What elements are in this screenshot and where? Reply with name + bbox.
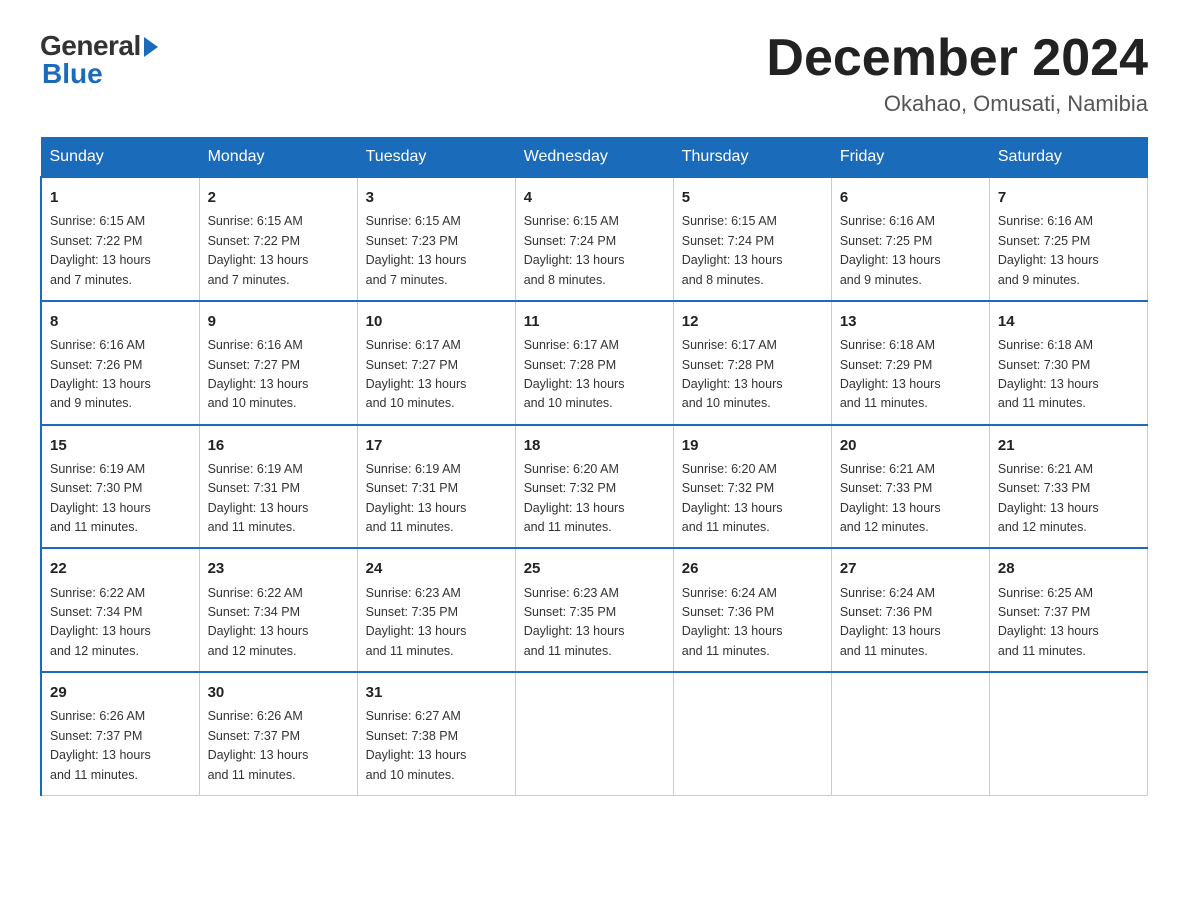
day-number: 31: [366, 681, 507, 704]
calendar-cell: 6Sunrise: 6:16 AMSunset: 7:25 PMDaylight…: [831, 177, 989, 301]
day-number: 5: [682, 186, 823, 209]
calendar-cell: 30Sunrise: 6:26 AMSunset: 7:37 PMDayligh…: [199, 672, 357, 795]
calendar-cell: 28Sunrise: 6:25 AMSunset: 7:37 PMDayligh…: [989, 548, 1147, 672]
calendar-week-3: 15Sunrise: 6:19 AMSunset: 7:30 PMDayligh…: [41, 425, 1148, 549]
calendar-cell: 26Sunrise: 6:24 AMSunset: 7:36 PMDayligh…: [673, 548, 831, 672]
day-number: 27: [840, 557, 981, 580]
calendar-cell: 16Sunrise: 6:19 AMSunset: 7:31 PMDayligh…: [199, 425, 357, 549]
header-tuesday: Tuesday: [357, 138, 515, 178]
page-header: General Blue December 2024 Okahao, Omusa…: [40, 30, 1148, 117]
logo-blue-text: Blue: [42, 58, 103, 90]
day-number: 8: [50, 310, 191, 333]
header-friday: Friday: [831, 138, 989, 178]
day-number: 11: [524, 310, 665, 333]
calendar-header: SundayMondayTuesdayWednesdayThursdayFrid…: [41, 138, 1148, 178]
header-saturday: Saturday: [989, 138, 1147, 178]
header-monday: Monday: [199, 138, 357, 178]
calendar-cell: 21Sunrise: 6:21 AMSunset: 7:33 PMDayligh…: [989, 425, 1147, 549]
calendar-cell: 5Sunrise: 6:15 AMSunset: 7:24 PMDaylight…: [673, 177, 831, 301]
calendar-cell: 8Sunrise: 6:16 AMSunset: 7:26 PMDaylight…: [41, 301, 199, 425]
calendar-week-5: 29Sunrise: 6:26 AMSunset: 7:37 PMDayligh…: [41, 672, 1148, 795]
day-number: 7: [998, 186, 1139, 209]
location-title: Okahao, Omusati, Namibia: [766, 91, 1148, 117]
calendar-cell: 10Sunrise: 6:17 AMSunset: 7:27 PMDayligh…: [357, 301, 515, 425]
calendar-cell: [831, 672, 989, 795]
day-number: 14: [998, 310, 1139, 333]
day-number: 12: [682, 310, 823, 333]
calendar-cell: 23Sunrise: 6:22 AMSunset: 7:34 PMDayligh…: [199, 548, 357, 672]
calendar-cell: 2Sunrise: 6:15 AMSunset: 7:22 PMDaylight…: [199, 177, 357, 301]
calendar-cell: [515, 672, 673, 795]
day-number: 29: [50, 681, 191, 704]
day-number: 22: [50, 557, 191, 580]
day-number: 1: [50, 186, 191, 209]
calendar-cell: 22Sunrise: 6:22 AMSunset: 7:34 PMDayligh…: [41, 548, 199, 672]
day-number: 25: [524, 557, 665, 580]
calendar-cell: 3Sunrise: 6:15 AMSunset: 7:23 PMDaylight…: [357, 177, 515, 301]
day-number: 10: [366, 310, 507, 333]
calendar-table: SundayMondayTuesdayWednesdayThursdayFrid…: [40, 137, 1148, 796]
calendar-cell: 11Sunrise: 6:17 AMSunset: 7:28 PMDayligh…: [515, 301, 673, 425]
calendar-week-2: 8Sunrise: 6:16 AMSunset: 7:26 PMDaylight…: [41, 301, 1148, 425]
day-number: 19: [682, 434, 823, 457]
day-number: 13: [840, 310, 981, 333]
calendar-cell: 24Sunrise: 6:23 AMSunset: 7:35 PMDayligh…: [357, 548, 515, 672]
calendar-cell: 20Sunrise: 6:21 AMSunset: 7:33 PMDayligh…: [831, 425, 989, 549]
calendar-cell: 29Sunrise: 6:26 AMSunset: 7:37 PMDayligh…: [41, 672, 199, 795]
calendar-cell: [989, 672, 1147, 795]
day-number: 15: [50, 434, 191, 457]
day-number: 20: [840, 434, 981, 457]
calendar-cell: 1Sunrise: 6:15 AMSunset: 7:22 PMDaylight…: [41, 177, 199, 301]
day-number: 28: [998, 557, 1139, 580]
calendar-week-1: 1Sunrise: 6:15 AMSunset: 7:22 PMDaylight…: [41, 177, 1148, 301]
calendar-cell: 27Sunrise: 6:24 AMSunset: 7:36 PMDayligh…: [831, 548, 989, 672]
day-number: 21: [998, 434, 1139, 457]
day-number: 24: [366, 557, 507, 580]
calendar-cell: 12Sunrise: 6:17 AMSunset: 7:28 PMDayligh…: [673, 301, 831, 425]
header-wednesday: Wednesday: [515, 138, 673, 178]
calendar-cell: 31Sunrise: 6:27 AMSunset: 7:38 PMDayligh…: [357, 672, 515, 795]
calendar-cell: 9Sunrise: 6:16 AMSunset: 7:27 PMDaylight…: [199, 301, 357, 425]
calendar-cell: 14Sunrise: 6:18 AMSunset: 7:30 PMDayligh…: [989, 301, 1147, 425]
calendar-cell: 18Sunrise: 6:20 AMSunset: 7:32 PMDayligh…: [515, 425, 673, 549]
day-number: 23: [208, 557, 349, 580]
calendar-week-4: 22Sunrise: 6:22 AMSunset: 7:34 PMDayligh…: [41, 548, 1148, 672]
title-block: December 2024 Okahao, Omusati, Namibia: [766, 30, 1148, 117]
calendar-cell: 13Sunrise: 6:18 AMSunset: 7:29 PMDayligh…: [831, 301, 989, 425]
day-number: 6: [840, 186, 981, 209]
day-number: 3: [366, 186, 507, 209]
calendar-cell: 4Sunrise: 6:15 AMSunset: 7:24 PMDaylight…: [515, 177, 673, 301]
logo-arrow-icon: [144, 37, 158, 57]
day-number: 2: [208, 186, 349, 209]
calendar-cell: [673, 672, 831, 795]
header-thursday: Thursday: [673, 138, 831, 178]
day-number: 16: [208, 434, 349, 457]
day-number: 18: [524, 434, 665, 457]
logo: General Blue: [40, 30, 158, 90]
calendar-cell: 17Sunrise: 6:19 AMSunset: 7:31 PMDayligh…: [357, 425, 515, 549]
day-number: 4: [524, 186, 665, 209]
day-number: 30: [208, 681, 349, 704]
month-title: December 2024: [766, 30, 1148, 87]
calendar-cell: 15Sunrise: 6:19 AMSunset: 7:30 PMDayligh…: [41, 425, 199, 549]
header-sunday: Sunday: [41, 138, 199, 178]
day-number: 9: [208, 310, 349, 333]
calendar-cell: 25Sunrise: 6:23 AMSunset: 7:35 PMDayligh…: [515, 548, 673, 672]
day-number: 17: [366, 434, 507, 457]
calendar-cell: 7Sunrise: 6:16 AMSunset: 7:25 PMDaylight…: [989, 177, 1147, 301]
day-number: 26: [682, 557, 823, 580]
calendar-cell: 19Sunrise: 6:20 AMSunset: 7:32 PMDayligh…: [673, 425, 831, 549]
